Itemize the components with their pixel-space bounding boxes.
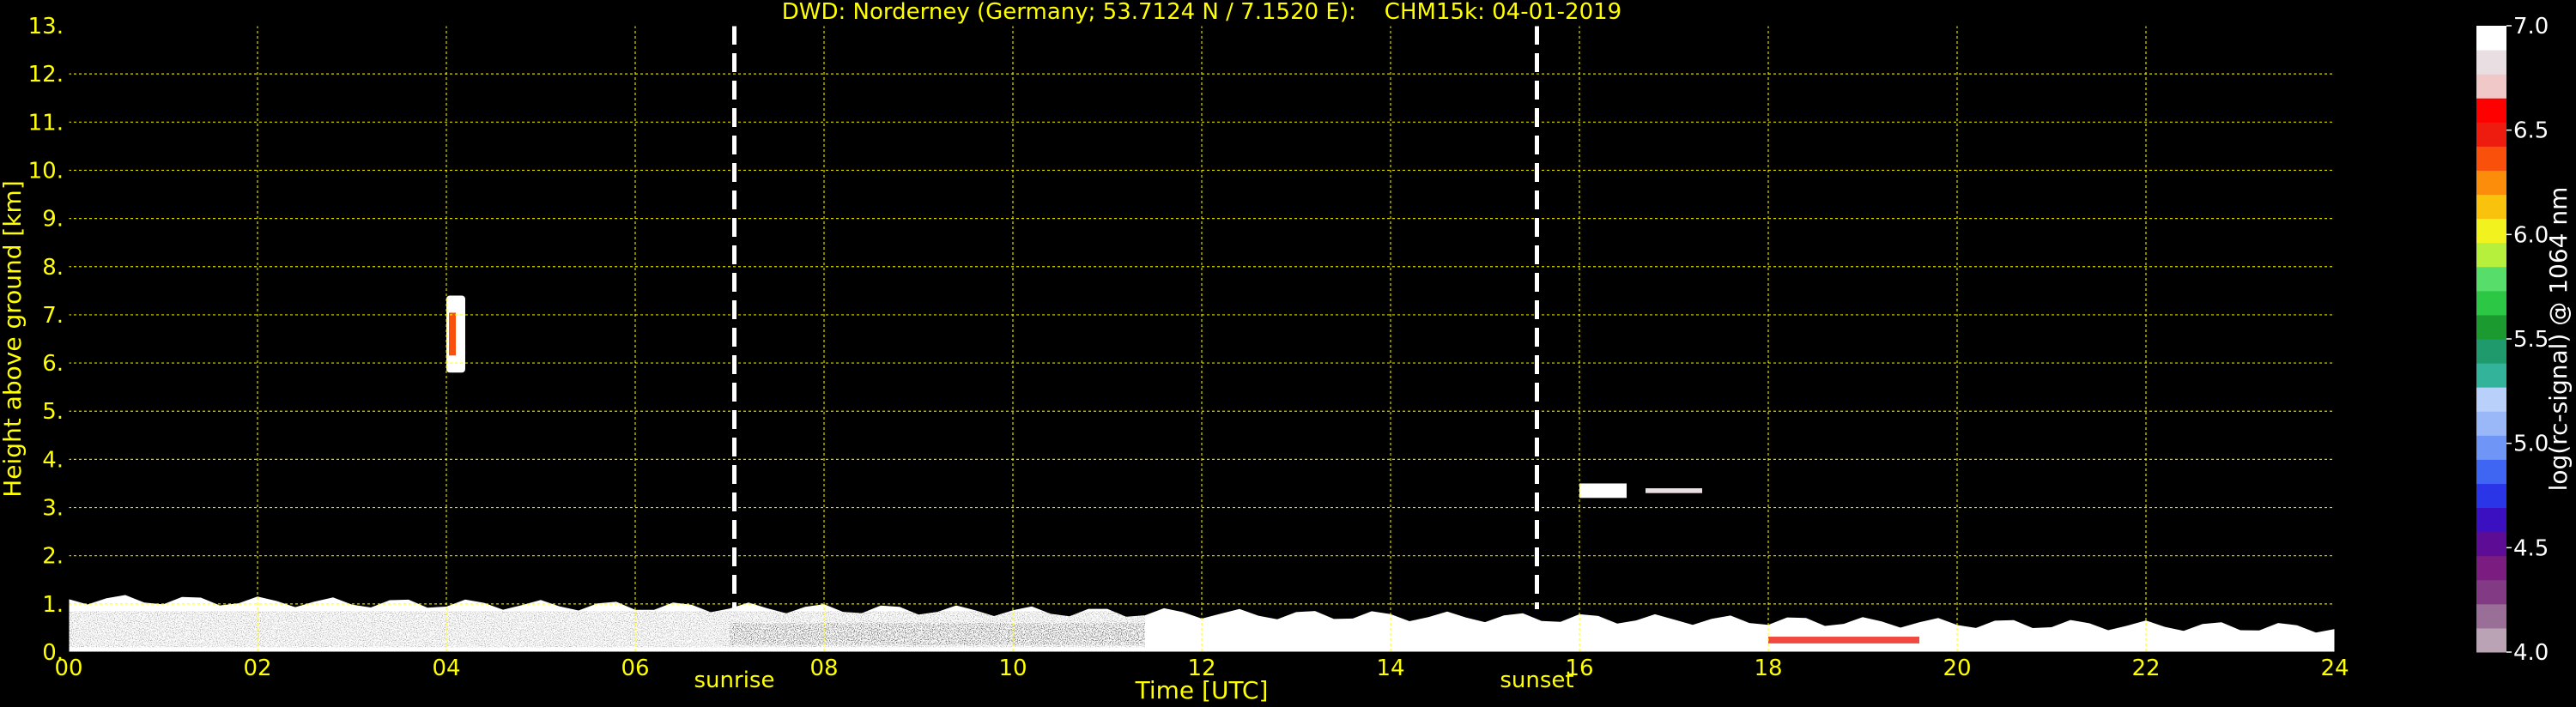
sunrise-label: sunrise — [694, 668, 775, 693]
colorbar-swatch — [2476, 579, 2506, 605]
boundary-layer-aerosol-red — [1768, 637, 1919, 644]
colorbar-swatch — [2476, 290, 2506, 316]
colorbar-swatch — [2476, 339, 2506, 364]
y-tick-label: 1. — [42, 592, 64, 618]
y-tick-label: 10. — [28, 158, 64, 184]
colorbar-tick-label: 4.5 — [2513, 535, 2549, 561]
ceilometer-chart: sunrise sunset 00 02 04 06 08 10 12 14 16 18 20 22 24… — [0, 0, 2573, 704]
x-tick-label: 18 — [1754, 656, 1782, 681]
y-tick-label: 11. — [28, 110, 64, 136]
chart-title: DWD: Norderney (Germany; 53.7124 N / 7.1… — [782, 0, 1621, 25]
colorbar-swatch — [2476, 603, 2506, 629]
x-tick-label: 20 — [1943, 656, 1971, 681]
cloud-0400-core — [449, 312, 456, 356]
colorbar-swatch — [2476, 627, 2506, 653]
colorbar-swatch — [2476, 531, 2506, 557]
y-tick-label: 3. — [42, 496, 64, 522]
x-tick-label: 08 — [809, 656, 838, 681]
colorbar-swatch — [2476, 194, 2506, 220]
colorbar-tick-label: 6.5 — [2513, 118, 2549, 144]
colorbar-swatch — [2476, 555, 2506, 581]
x-tick-label: 10 — [998, 656, 1027, 681]
y-tick-label: 12. — [28, 62, 64, 88]
y-axis-label: Height above ground [km] — [0, 180, 27, 498]
x-tick-label: 02 — [243, 656, 271, 681]
colorbar-swatch — [2476, 122, 2506, 147]
sunset-label: sunset — [1500, 668, 1573, 693]
x-tick-label: 04 — [432, 656, 460, 681]
colorbar-tick-label: 7.0 — [2513, 14, 2549, 39]
colorbar-swatch — [2476, 218, 2506, 244]
boundary-layer-aerosol-orange — [730, 623, 1145, 645]
colorbar-swatch — [2476, 507, 2506, 533]
y-tick-label: 0. — [42, 640, 64, 666]
y-tick-label: 2. — [42, 544, 64, 570]
colorbar-swatch — [2476, 459, 2506, 484]
colorbar-swatch — [2476, 266, 2506, 292]
colorbar-swatch — [2476, 50, 2506, 75]
colorbar-swatch — [2476, 363, 2506, 388]
colorbar-label: log(rc-signal) @ 1064 nm — [2544, 187, 2573, 492]
y-tick-label: 8. — [42, 255, 64, 281]
y-tick-label: 13. — [28, 14, 64, 39]
colorbar-swatch — [2476, 387, 2506, 412]
colorbar-swatch — [2476, 483, 2506, 509]
y-tick-label: 6. — [42, 351, 64, 377]
y-tick-label: 4. — [42, 447, 64, 473]
colorbar-swatch — [2476, 98, 2506, 123]
cloud-1600-fragments — [1646, 488, 1702, 493]
colorbar-swatch — [2476, 146, 2506, 171]
colorbar-swatch — [2476, 74, 2506, 99]
colorbar-swatch — [2476, 170, 2506, 196]
colorbar-tick-label: 4.0 — [2513, 640, 2549, 666]
colorbar-swatch — [2476, 242, 2506, 268]
colorbar-swatch — [2476, 26, 2506, 51]
y-tick-label: 7. — [42, 303, 64, 329]
colorbar-swatch — [2476, 314, 2506, 340]
x-tick-label: 14 — [1376, 656, 1404, 681]
cloud-1600 — [1579, 483, 1627, 499]
x-tick-label: 06 — [621, 656, 649, 681]
x-tick-label: 22 — [2131, 656, 2160, 681]
colorbar-swatch — [2476, 435, 2506, 460]
y-tick-label: 9. — [42, 207, 64, 233]
x-tick-label: 16 — [1565, 656, 1593, 681]
x-axis-label: Time [UTC] — [1135, 676, 1269, 704]
x-tick-label: 24 — [2320, 656, 2349, 681]
y-tick-label: 5. — [42, 399, 64, 425]
colorbar-swatch — [2476, 411, 2506, 436]
